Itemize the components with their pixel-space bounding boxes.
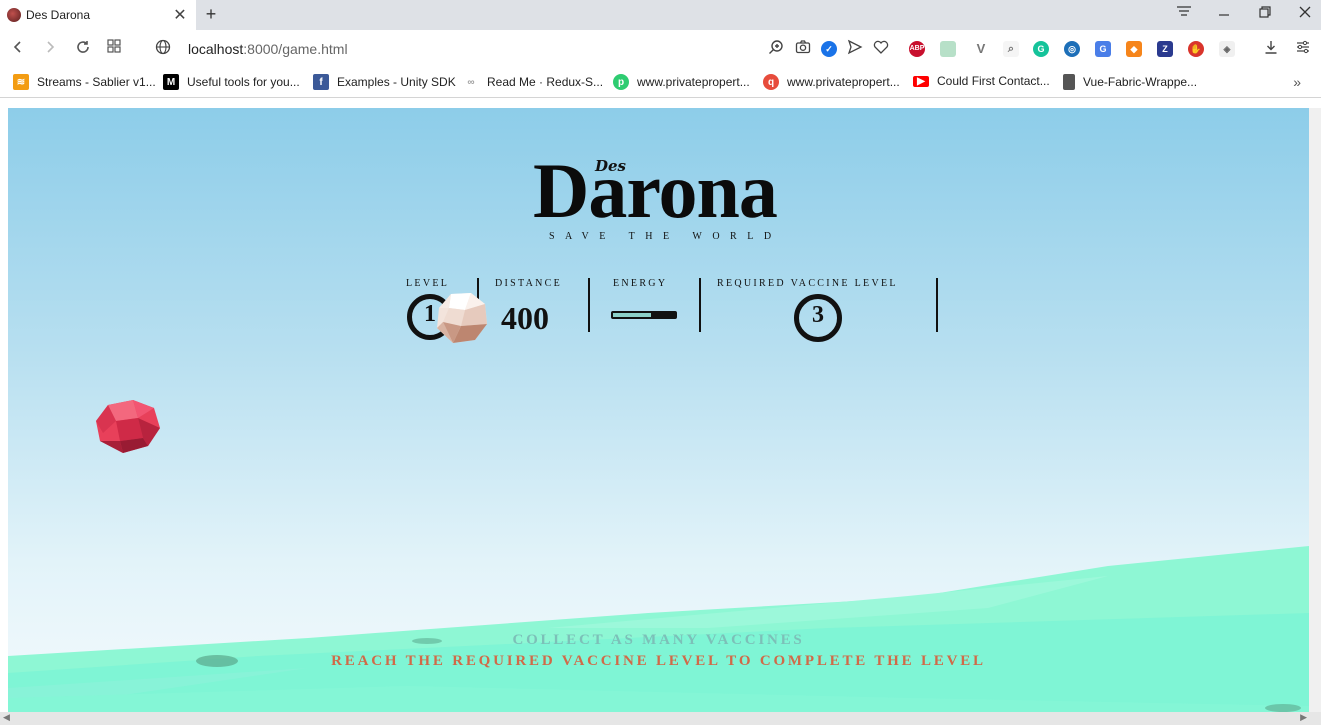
instruction-line-2: REACH THE REQUIRED VACCINE LEVEL TO COMP… bbox=[331, 653, 986, 669]
more-bookmarks-chevron-icon[interactable]: » bbox=[1293, 74, 1301, 90]
site-info-globe-icon[interactable] bbox=[153, 39, 173, 59]
bookmark-label: www.privatepropert... bbox=[637, 75, 750, 89]
level-label: LEVEL bbox=[406, 278, 450, 289]
vaccine-level-label: REQUIRED VACCINE LEVEL bbox=[717, 278, 898, 289]
url-path: :8000/game.html bbox=[243, 41, 348, 57]
logo-tagline: SAVE THE WORLD bbox=[549, 231, 782, 242]
red-virus-enemy bbox=[96, 400, 160, 453]
scroll-right-arrow-icon[interactable]: ▶ bbox=[1300, 712, 1307, 723]
horizontal-scrollbar[interactable]: ◀ ▶ bbox=[0, 712, 1321, 725]
bookmark-item[interactable]: ▶ Could First Contact... bbox=[913, 74, 1050, 88]
distance-label: DISTANCE bbox=[495, 278, 563, 289]
compass-icon[interactable]: ◎ bbox=[1064, 41, 1080, 57]
reload-icon[interactable] bbox=[73, 39, 93, 59]
hud-divider bbox=[699, 278, 701, 332]
minimize-icon[interactable] bbox=[1214, 5, 1234, 22]
metamask-fox-icon[interactable]: ◆ bbox=[1126, 41, 1142, 57]
scroll-left-arrow-icon[interactable]: ◀ bbox=[3, 712, 10, 723]
bookmark-item[interactable]: M Useful tools for you... bbox=[163, 74, 300, 90]
address-bar[interactable]: localhost:8000/game.html bbox=[188, 41, 348, 57]
cube-extension-icon[interactable] bbox=[940, 41, 956, 57]
bookmark-label: Useful tools for you... bbox=[187, 75, 300, 89]
zoom-icon[interactable] bbox=[767, 39, 785, 59]
download-icon[interactable] bbox=[1262, 39, 1280, 59]
tab-bar: Des Darona ✕ + bbox=[0, 0, 1321, 30]
game-canvas[interactable]: Des Darona SAVE THE WORLD LEVEL 1 DISTAN… bbox=[8, 108, 1309, 712]
snapshot-camera-icon[interactable] bbox=[794, 39, 812, 59]
document-icon bbox=[1063, 74, 1075, 90]
bookmark-item[interactable]: ≋ Streams - Sablier v1... bbox=[13, 74, 156, 90]
energy-bar bbox=[611, 311, 677, 319]
close-window-icon[interactable] bbox=[1295, 5, 1315, 22]
medium-icon: M bbox=[163, 74, 179, 90]
game-favicon-icon bbox=[7, 8, 21, 22]
shield-check-icon[interactable]: ✓ bbox=[821, 41, 837, 57]
new-tab-icon[interactable]: + bbox=[201, 4, 221, 25]
bookmarks-bar: ≋ Streams - Sablier v1... M Useful tools… bbox=[0, 68, 1321, 98]
hand-stop-icon[interactable]: ✋ bbox=[1188, 41, 1204, 57]
facebook-icon: f bbox=[313, 74, 329, 90]
hud-divider bbox=[588, 278, 590, 332]
bookmark-label: Examples - Unity SDK bbox=[337, 75, 456, 89]
bookmark-label: Could First Contact... bbox=[937, 74, 1050, 88]
player-ball bbox=[437, 293, 487, 343]
puzzle-extensions-icon[interactable]: ◈ bbox=[1219, 41, 1235, 57]
logo-title: Darona bbox=[533, 147, 778, 234]
browser-tab[interactable]: Des Darona ✕ bbox=[0, 0, 196, 30]
bookmark-label: www.privatepropert... bbox=[787, 75, 900, 89]
zotero-icon[interactable]: Z bbox=[1157, 41, 1173, 57]
vue-devtools-icon[interactable]: V bbox=[973, 41, 989, 57]
adblock-plus-icon[interactable]: ABP bbox=[909, 41, 925, 57]
heart-icon[interactable] bbox=[872, 39, 890, 59]
search-pin-icon: q bbox=[763, 74, 779, 90]
bookmark-label: Vue-Fabric-Wrappe... bbox=[1083, 75, 1198, 89]
translate-icon[interactable]: G bbox=[1095, 41, 1111, 57]
bookmark-item[interactable]: p www.privatepropert... bbox=[613, 74, 750, 90]
grammarly-icon[interactable]: G bbox=[1033, 41, 1049, 57]
navigation-bar: localhost:8000/game.html ✓ ABP V ⌕ G ◎ G… bbox=[0, 30, 1321, 68]
bookmark-label: Read Me · Redux-S... bbox=[487, 75, 604, 89]
restore-icon[interactable] bbox=[1255, 5, 1275, 22]
bookmark-item[interactable]: f Examples - Unity SDK bbox=[313, 74, 456, 90]
privateproperty-icon: p bbox=[613, 74, 629, 90]
tab-title: Des Darona bbox=[26, 8, 91, 22]
settings-sliders-icon[interactable] bbox=[1294, 39, 1312, 59]
forward-arrow-icon[interactable] bbox=[40, 39, 60, 59]
bookmark-item[interactable]: ∞ Read Me · Redux-S... bbox=[463, 74, 603, 90]
close-tab-icon[interactable]: ✕ bbox=[170, 5, 190, 25]
vaccine-level-value: 3 bbox=[812, 302, 824, 328]
energy-label: ENERGY bbox=[613, 278, 668, 289]
back-arrow-icon[interactable] bbox=[8, 39, 28, 59]
sablier-icon: ≋ bbox=[13, 74, 29, 90]
redux-icon: ∞ bbox=[463, 74, 479, 90]
bookmark-label: Streams - Sablier v1... bbox=[37, 75, 156, 89]
energy-bar-fill bbox=[613, 313, 652, 317]
speed-dial-icon[interactable] bbox=[104, 39, 124, 59]
instruction-line-1: COLLECT AS MANY VACCINES bbox=[512, 632, 805, 648]
youtube-icon: ▶ bbox=[913, 75, 929, 87]
tab-search-icon[interactable] bbox=[1174, 5, 1194, 22]
bookmark-item[interactable]: Vue-Fabric-Wrappe... bbox=[1063, 74, 1197, 90]
page-search-icon[interactable]: ⌕ bbox=[1003, 41, 1019, 57]
send-icon[interactable] bbox=[846, 39, 864, 59]
url-host: localhost bbox=[188, 41, 244, 57]
hud-divider bbox=[936, 278, 938, 332]
vertical-scrollbar[interactable] bbox=[1309, 108, 1321, 712]
distance-value: 400 bbox=[501, 300, 549, 336]
bookmark-item[interactable]: q www.privatepropert... bbox=[763, 74, 900, 90]
